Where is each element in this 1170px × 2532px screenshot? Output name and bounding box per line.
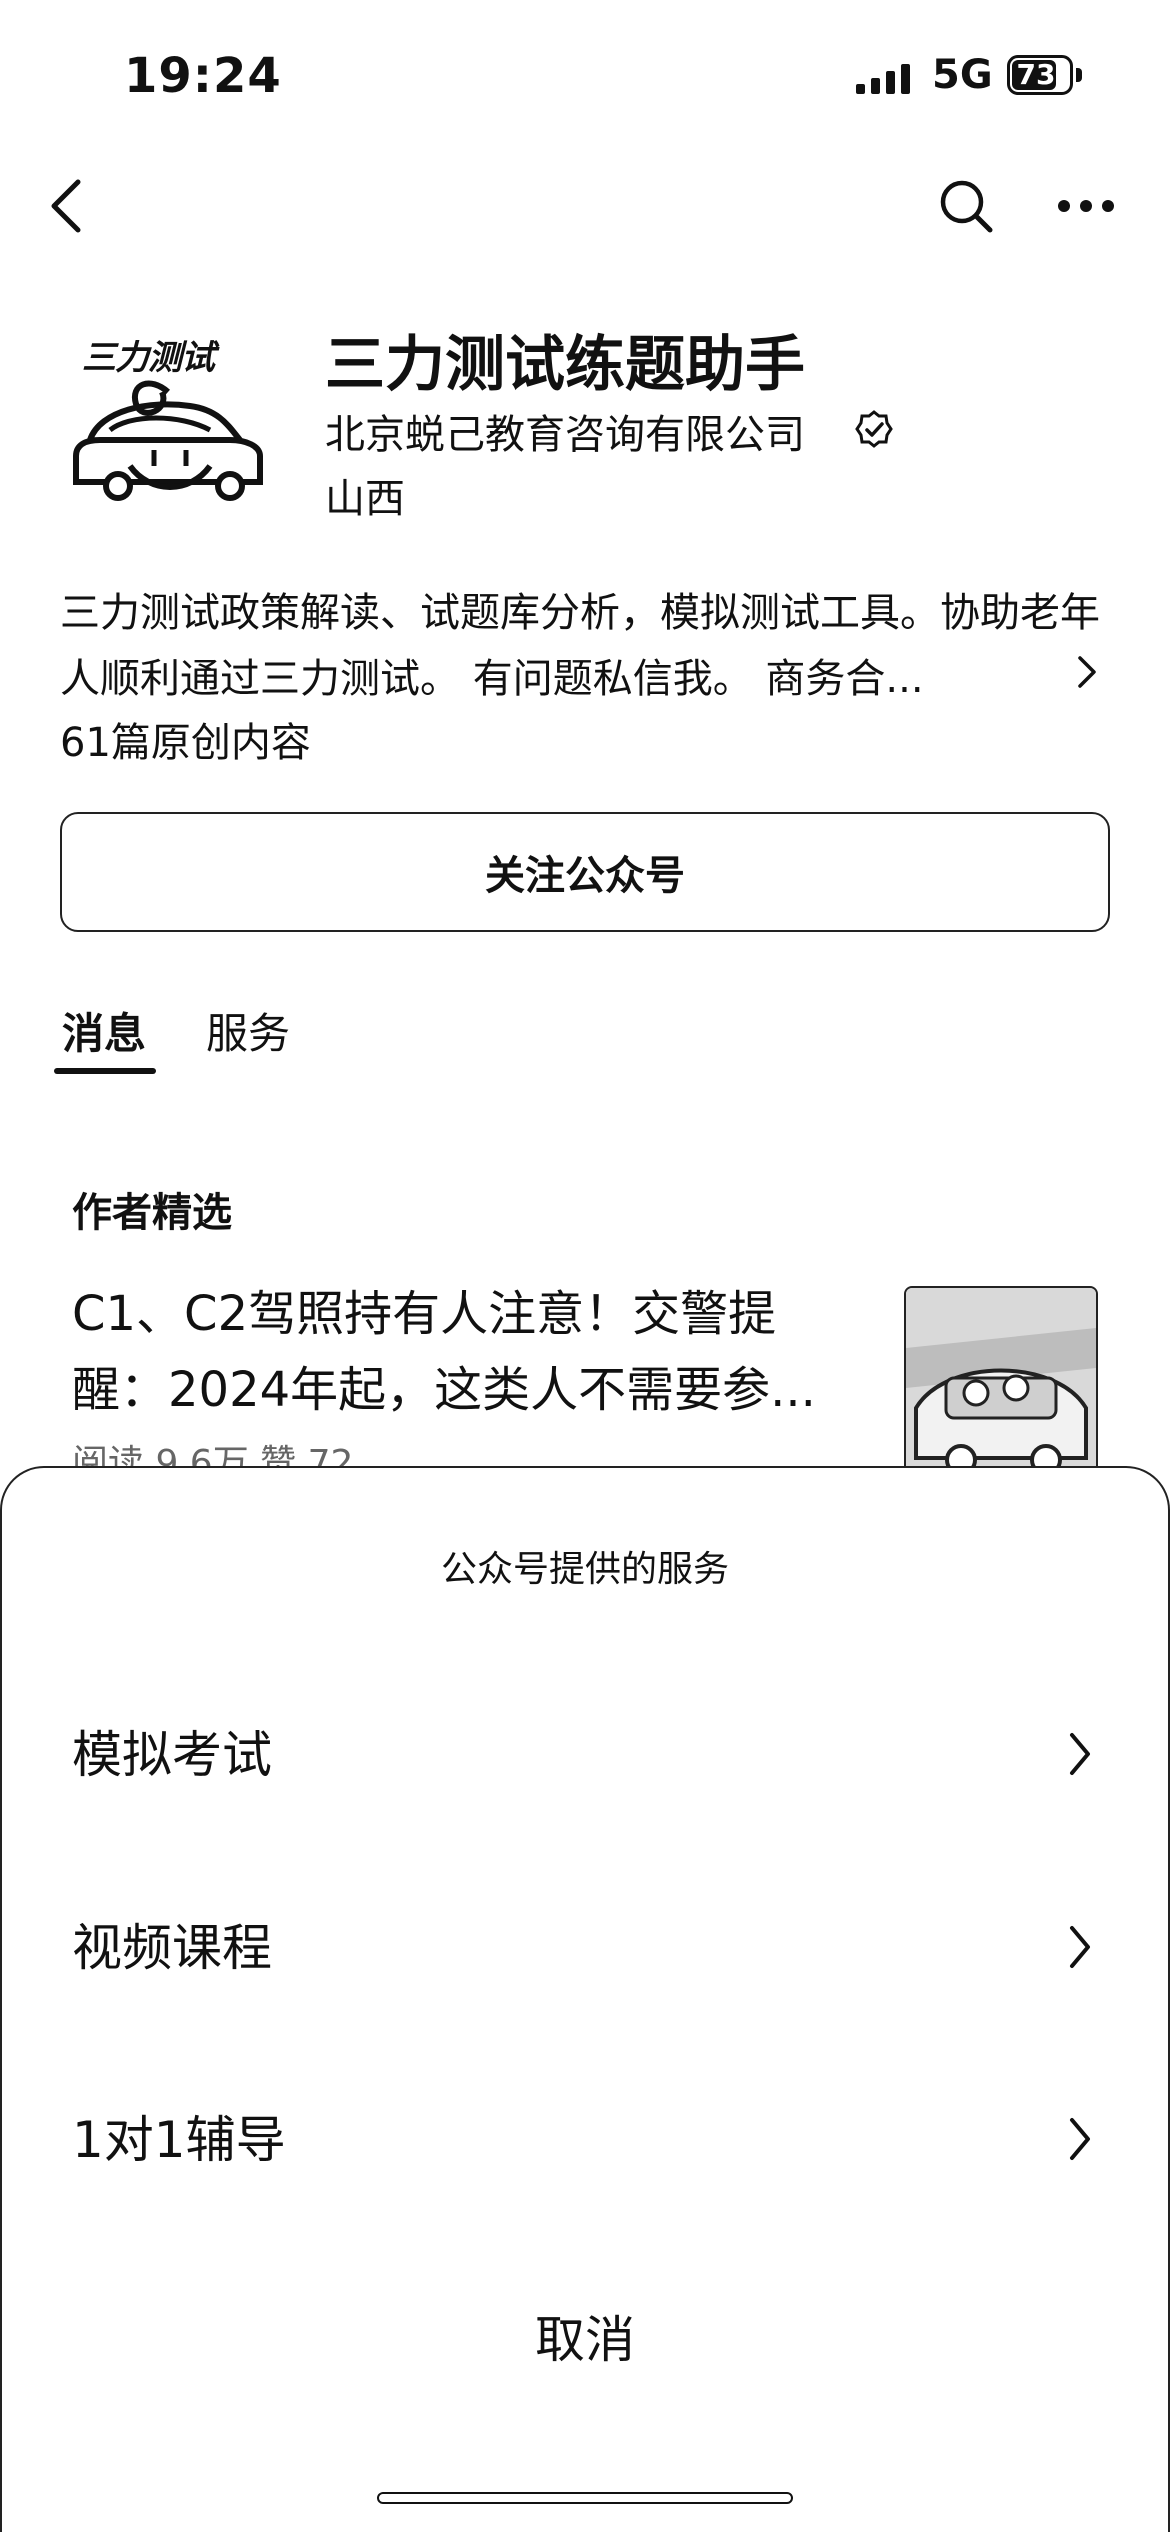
signal-icon xyxy=(856,64,910,94)
account-name: 三力测试练题助手 xyxy=(325,330,805,400)
car-logo-icon xyxy=(73,380,263,501)
menu-item-video-course[interactable]: 视频课程 xyxy=(0,1858,1170,2038)
tab-messages[interactable]: 消息 xyxy=(62,1000,146,1061)
battery-icon: 73 xyxy=(1007,55,1087,99)
search-icon[interactable] xyxy=(938,178,994,234)
car-photo-icon xyxy=(906,1288,1096,1478)
section-title: 作者精选 xyxy=(72,1190,232,1236)
menu-item-tutoring[interactable]: 1对1辅导 xyxy=(0,2050,1170,2230)
cancel-button[interactable]: 取消 xyxy=(0,2300,1170,2372)
follow-button[interactable]: 关注公众号 xyxy=(60,812,1110,932)
verified-badge-icon[interactable] xyxy=(854,409,894,449)
account-description[interactable]: 三力测试政策解读、试题库分析，模拟测试工具。协助老年人顺利通过三力测试。 有问题… xyxy=(60,580,1100,712)
account-logo[interactable]: 三力测试 xyxy=(70,320,270,520)
chevron-right-icon xyxy=(1070,2118,1090,2160)
more-icon[interactable] xyxy=(1056,196,1116,216)
menu-item-label: 视频课程 xyxy=(72,1919,272,1977)
network-type: 5G xyxy=(932,52,993,98)
status-time: 19:24 xyxy=(124,48,282,104)
menu-item-label: 模拟考试 xyxy=(72,1726,272,1784)
chevron-right-icon[interactable] xyxy=(1076,654,1098,690)
sheet-title: 公众号提供的服务 xyxy=(440,1549,729,1590)
battery-level: 73 xyxy=(1016,58,1056,91)
article-thumbnail[interactable] xyxy=(904,1286,1098,1480)
chevron-left-icon[interactable] xyxy=(44,176,88,236)
chevron-right-icon xyxy=(1070,1733,1090,1775)
article-title[interactable]: C1、C2驾照持有人注意！交警提醒：2024年起，这类人不需要参... xyxy=(72,1276,872,1428)
chevron-right-icon xyxy=(1070,1926,1090,1968)
tab-services[interactable]: 服务 xyxy=(206,1000,290,1061)
tab-indicator xyxy=(54,1068,156,1074)
home-indicator[interactable] xyxy=(377,2492,793,2504)
original-count[interactable]: 61篇原创内容 xyxy=(60,710,311,768)
company-name[interactable]: 北京蜕己教育咨询有限公司 xyxy=(325,402,805,460)
region-label: 山西 xyxy=(325,476,405,522)
menu-item-mock-exam[interactable]: 模拟考试 xyxy=(0,1665,1170,1845)
menu-item-label: 1对1辅导 xyxy=(72,2111,286,2169)
